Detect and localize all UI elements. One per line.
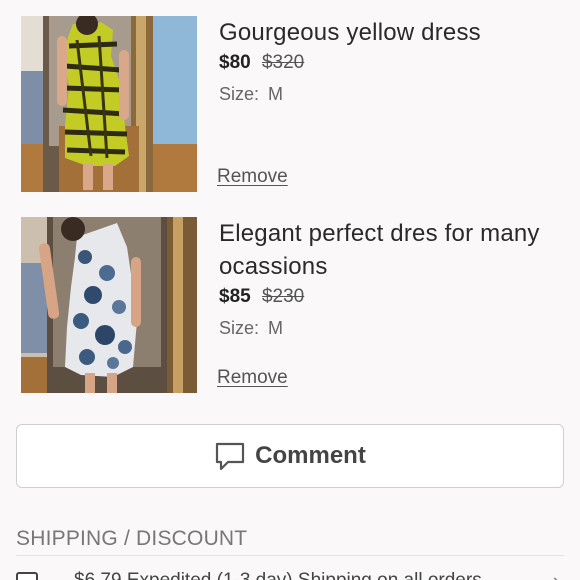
- item-size: Size: M: [219, 317, 564, 339]
- speech-bubble-icon: [214, 440, 246, 472]
- chevron-right-icon: ›: [553, 568, 560, 580]
- item-title: Gourgeous yellow dress: [219, 19, 481, 46]
- floral-dress-photo: [21, 217, 197, 393]
- remove-button[interactable]: Remove: [217, 367, 288, 389]
- divider: [16, 555, 564, 556]
- item-price: $80: [219, 52, 251, 73]
- remove-button[interactable]: Remove: [217, 166, 288, 188]
- size-label: Size:: [219, 318, 260, 338]
- item-price: $85: [219, 286, 251, 307]
- yellow-dress-photo: [21, 16, 197, 192]
- item-size: Size: M: [219, 83, 564, 105]
- item-photo[interactable]: [21, 217, 197, 393]
- item-info: Elegant perfect dres for many ocassions …: [217, 217, 564, 393]
- item-info: Gourgeous yellow dress $80 $320 Size: M …: [217, 16, 564, 192]
- shipping-option-text: $6.79 Expedited (1-3 day) Shipping on al…: [74, 570, 482, 580]
- size-value: M: [268, 84, 284, 104]
- shipping-option[interactable]: $6.79 Expedited (1-3 day) Shipping on al…: [16, 566, 564, 580]
- shipping-checkbox[interactable]: [16, 572, 38, 580]
- item-prices: $85 $230: [219, 285, 564, 309]
- size-label: Size:: [219, 84, 260, 104]
- item-prices: $80 $320: [219, 51, 564, 75]
- item-title: Elegant perfect dres for many ocassions: [219, 220, 540, 280]
- shipping-section-title: SHIPPING / DISCOUNT: [16, 527, 248, 550]
- cart-item: Gourgeous yellow dress $80 $320 Size: M …: [0, 16, 580, 192]
- cart-item: Elegant perfect dres for many ocassions …: [0, 217, 580, 393]
- size-value: M: [268, 318, 284, 338]
- item-original-price: $320: [261, 52, 305, 73]
- comment-label: Comment: [255, 442, 366, 469]
- comment-button[interactable]: Comment: [16, 424, 564, 488]
- cart-page: Gourgeous yellow dress $80 $320 Size: M …: [0, 0, 580, 580]
- item-original-price: $230: [261, 286, 305, 307]
- item-photo[interactable]: [21, 16, 197, 192]
